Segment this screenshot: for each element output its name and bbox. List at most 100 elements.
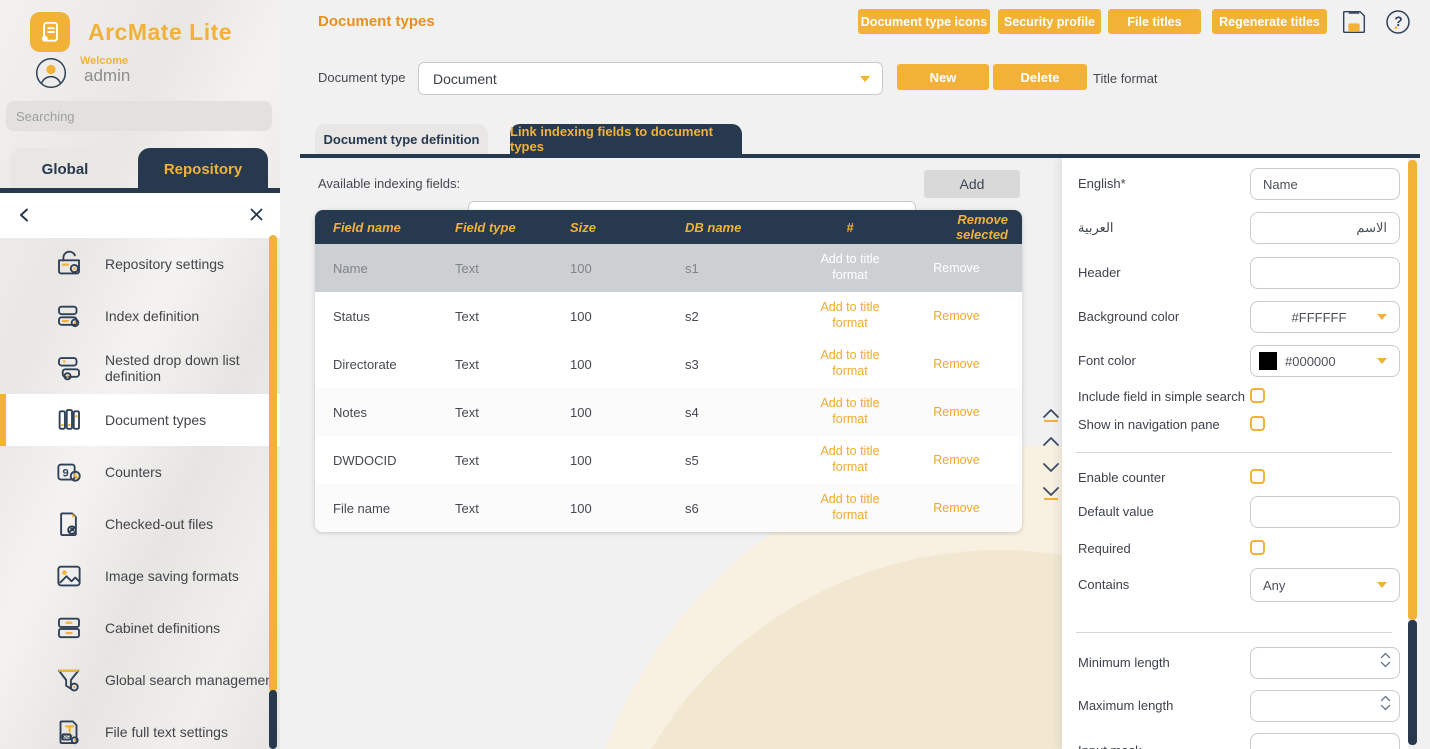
remove-link[interactable]: Remove: [933, 453, 980, 467]
required-checkbox[interactable]: [1250, 540, 1265, 555]
main-scrollbar-track[interactable]: [1408, 620, 1417, 745]
cell-db-name: s5: [685, 453, 795, 468]
move-to-bottom-button[interactable]: [1038, 482, 1064, 504]
remove-link[interactable]: Remove: [933, 309, 980, 323]
contains-label: Contains: [1078, 577, 1129, 592]
english-field[interactable]: Name: [1250, 168, 1400, 200]
header-field[interactable]: [1250, 257, 1400, 289]
document-type-select[interactable]: Document: [418, 62, 883, 95]
background-color-select[interactable]: #FFFFFF: [1250, 301, 1400, 333]
default-value-label: Default value: [1078, 504, 1154, 519]
include-field-in-simple-search-checkbox[interactable]: [1250, 388, 1265, 403]
show-in-navigation-pane-checkbox[interactable]: [1250, 416, 1265, 431]
button-label: Security profile: [1004, 15, 1095, 29]
main-scrollbar-thumb[interactable]: [1408, 160, 1417, 620]
table-row[interactable]: Status Text 100 s2 Add to title format R…: [315, 292, 1022, 340]
arabic-field[interactable]: الاسم: [1250, 212, 1400, 244]
document-types-icon: [52, 403, 86, 437]
add-to-title-format-link[interactable]: Add to title format: [807, 492, 893, 523]
sidebar-item-image-saving-formats[interactable]: Image saving formats: [0, 550, 280, 602]
move-to-top-button[interactable]: [1038, 404, 1064, 426]
stepper-arrows[interactable]: [1380, 695, 1391, 711]
tab-repository[interactable]: Repository: [138, 148, 268, 190]
add-to-title-format-link[interactable]: Add to title format: [807, 252, 893, 283]
chevron-up-icon: [1042, 408, 1060, 419]
cell-db-name: s3: [685, 357, 795, 372]
security-profile-button[interactable]: Security profile: [998, 9, 1101, 34]
add-to-title-format-link[interactable]: Add to title format: [807, 300, 893, 331]
move-up-button[interactable]: [1038, 430, 1064, 452]
enable-counter-label: Enable counter: [1078, 470, 1165, 485]
document-logo-icon: [37, 19, 63, 45]
document-type-icons-button[interactable]: Document type icons: [858, 9, 990, 34]
color-swatch: [1259, 352, 1277, 370]
remove-link[interactable]: Remove: [933, 261, 980, 275]
sidebar-scrollbar-thumb[interactable]: [269, 235, 277, 692]
stepper-arrows[interactable]: [1380, 652, 1391, 668]
sidebar-item-nested-drop-down-list-definition[interactable]: Nested drop down list definition: [0, 342, 280, 394]
sidebar-item-global-search-management[interactable]: Global search management: [0, 654, 280, 706]
column-header-remove-selected[interactable]: Remove selected: [905, 212, 1008, 242]
cell-field-name: File name: [333, 501, 455, 516]
document-type-label: Document type: [318, 70, 405, 85]
add-button[interactable]: Add: [924, 170, 1020, 198]
maximum-length-stepper[interactable]: [1250, 690, 1400, 722]
tab-label: Link indexing fields to document types: [510, 124, 742, 154]
input-mask-field[interactable]: [1250, 733, 1400, 749]
cell-field-name: DWDOCID: [333, 453, 455, 468]
button-label: File titles: [1127, 15, 1181, 29]
sidebar-scrollbar-track[interactable]: [269, 690, 277, 749]
add-to-title-format-link[interactable]: Add to title format: [807, 348, 893, 379]
enable-counter-checkbox[interactable]: [1250, 469, 1265, 484]
tab-document-type-definition[interactable]: Document type definition: [315, 124, 488, 154]
file-titles-button[interactable]: File titles: [1108, 9, 1201, 34]
button-label: Document type icons: [861, 15, 987, 29]
cabinet-definitions-icon: [52, 611, 86, 645]
table-row[interactable]: Notes Text 100 s4 Add to title format Re…: [315, 388, 1022, 436]
delete-button[interactable]: Delete: [993, 64, 1087, 90]
column-header-db-name: DB name: [685, 220, 795, 235]
sidebar-item-index-definition[interactable]: Index definition: [0, 290, 280, 342]
sidebar-item-label: Global search management: [105, 672, 277, 688]
remove-link[interactable]: Remove: [933, 501, 980, 515]
save-button[interactable]: [1339, 7, 1369, 42]
cell-db-name: s4: [685, 405, 795, 420]
remove-link[interactable]: Remove: [933, 405, 980, 419]
maximum-length-label: Maximum length: [1078, 698, 1173, 713]
sidebar-item-file-full-text-settings[interactable]: OCR File full text settings: [0, 706, 280, 749]
font-color-select[interactable]: #000000: [1250, 345, 1400, 377]
contains-select[interactable]: Any: [1250, 568, 1400, 602]
new-button[interactable]: New: [897, 64, 989, 90]
add-to-title-format-link[interactable]: Add to title format: [807, 396, 893, 427]
sidebar-item-document-types[interactable]: Document types: [0, 394, 280, 446]
close-icon[interactable]: [250, 208, 263, 221]
column-header-field-type: Field type: [455, 220, 570, 235]
search-input[interactable]: [6, 101, 272, 131]
title-format-label: Title format: [1093, 71, 1158, 86]
tab-global[interactable]: Global: [10, 148, 120, 190]
default-value-field[interactable]: [1250, 496, 1400, 528]
tab-link-indexing-fields[interactable]: Link indexing fields to document types: [510, 124, 742, 154]
sidebar-item-repository-settings[interactable]: Repository settings: [0, 238, 280, 290]
font-color-label: Font color: [1078, 353, 1136, 368]
section-header: General settings: [0, 193, 280, 238]
cell-field-type: Text: [455, 357, 570, 372]
tab-label: Document type definition: [324, 132, 480, 147]
regenerate-titles-button[interactable]: Regenerate titles: [1212, 9, 1327, 34]
remove-link[interactable]: Remove: [933, 357, 980, 371]
minimum-length-stepper[interactable]: [1250, 647, 1400, 679]
sidebar-item-counters[interactable]: 9 Counters: [0, 446, 280, 498]
table-row[interactable]: Directorate Text 100 s3 Add to title for…: [315, 340, 1022, 388]
table-row[interactable]: File name Text 100 s6 Add to title forma…: [315, 484, 1022, 532]
sidebar: ArcMate Lite Welcome admin Global Reposi…: [0, 0, 280, 749]
back-icon[interactable]: [18, 208, 30, 222]
button-label: Regenerate titles: [1219, 15, 1320, 29]
sidebar-item-checked-out-files[interactable]: Checked-out files: [0, 498, 280, 550]
sidebar-item-cabinet-definitions[interactable]: Cabinet definitions: [0, 602, 280, 654]
table-row[interactable]: DWDOCID Text 100 s5 Add to title format …: [315, 436, 1022, 484]
table-row[interactable]: Name Text 100 s1 Add to title format Rem…: [315, 244, 1022, 292]
help-button[interactable]: ?: [1385, 9, 1411, 40]
add-to-title-format-link[interactable]: Add to title format: [807, 444, 893, 475]
move-down-button[interactable]: [1038, 456, 1064, 478]
divider: [1076, 452, 1392, 453]
